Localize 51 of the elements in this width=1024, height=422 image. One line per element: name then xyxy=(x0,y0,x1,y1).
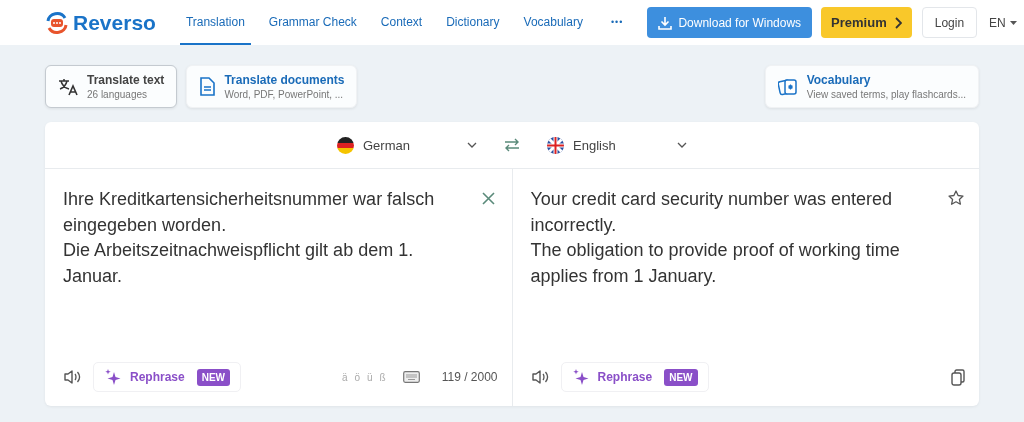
star-icon xyxy=(948,190,964,206)
mode-card[interactable]: Translate text 26 languages xyxy=(45,65,178,108)
document-icon xyxy=(199,77,216,96)
translate-icon xyxy=(58,77,78,96)
mode-card[interactable]: Translate documents Word, PDF, PowerPoint, ... xyxy=(186,65,358,108)
logo[interactable]: Reverso xyxy=(45,10,156,35)
mode-subtitle: 26 languages xyxy=(87,89,149,100)
translation-text: Your credit card security number was entered incorrectly. The obligation to provide proof of working time applies from 1 January. xyxy=(530,188,901,288)
mode-title: Translate documents xyxy=(224,73,345,87)
vocabulary-card[interactable]: Vocabulary View saved terms, play flashcards... xyxy=(764,65,979,108)
rephrase-button[interactable]: Rephrase NEW xyxy=(93,362,242,392)
sparkle-icon xyxy=(571,368,590,386)
mode-subtitle: Word, PDF, PowerPoint, ... xyxy=(224,89,345,100)
chevron-down-icon xyxy=(467,142,477,148)
more-menu[interactable]: ••• xyxy=(604,0,630,45)
nav-tab[interactable]: Grammar Check xyxy=(262,0,363,45)
source-text-input[interactable]: Ihre Kreditkartensicherheitsnummer war falsch eingegeben worden. Die Arbeitszeitnachweispflicht gilt ab dem 1. Januar. xyxy=(63,187,470,362)
character-count: 119 / 2000 xyxy=(441,370,498,384)
nav-tab[interactable]: Dictionary xyxy=(440,0,506,45)
chevron-icon xyxy=(893,16,902,29)
close-icon xyxy=(482,191,495,205)
vocabulary-subtitle: View saved terms, play flashcards... xyxy=(806,89,966,100)
flag-icon xyxy=(547,136,564,154)
premium-button[interactable]: Premium xyxy=(821,7,912,38)
download-icon xyxy=(658,15,673,30)
swap-icon xyxy=(504,138,520,152)
flag-icon xyxy=(337,136,354,154)
favorite-button[interactable] xyxy=(947,189,965,207)
logo-icon xyxy=(45,11,69,34)
source-language-select[interactable]: German xyxy=(327,136,487,154)
new-badge: NEW xyxy=(664,368,698,386)
nav-tab[interactable]: Translation xyxy=(179,0,251,45)
nav-tab[interactable]: Vocabulary xyxy=(517,0,589,45)
flashcards-icon xyxy=(777,77,798,96)
vocabulary-title: Vocabulary xyxy=(806,73,872,87)
caret-icon xyxy=(1009,20,1017,25)
target-language-select[interactable]: English xyxy=(537,136,697,154)
speaker-icon[interactable] xyxy=(63,369,81,385)
speaker-icon[interactable] xyxy=(530,369,549,385)
sparkle-icon xyxy=(104,368,122,386)
new-badge: NEW xyxy=(196,368,231,386)
download-button[interactable]: Download for Windows xyxy=(647,7,813,38)
nav-tab[interactable]: Context xyxy=(374,0,429,45)
login-button[interactable]: Login xyxy=(921,7,978,38)
chevron-down-icon xyxy=(677,142,687,148)
mode-title: Translate text xyxy=(87,73,165,87)
rephrase-button[interactable]: Rephrase NEW xyxy=(560,362,709,392)
clear-button[interactable] xyxy=(479,189,498,207)
language-menu[interactable]: EN xyxy=(983,15,1023,30)
keyboard-icon[interactable] xyxy=(402,371,420,383)
copy-icon[interactable] xyxy=(951,368,965,386)
